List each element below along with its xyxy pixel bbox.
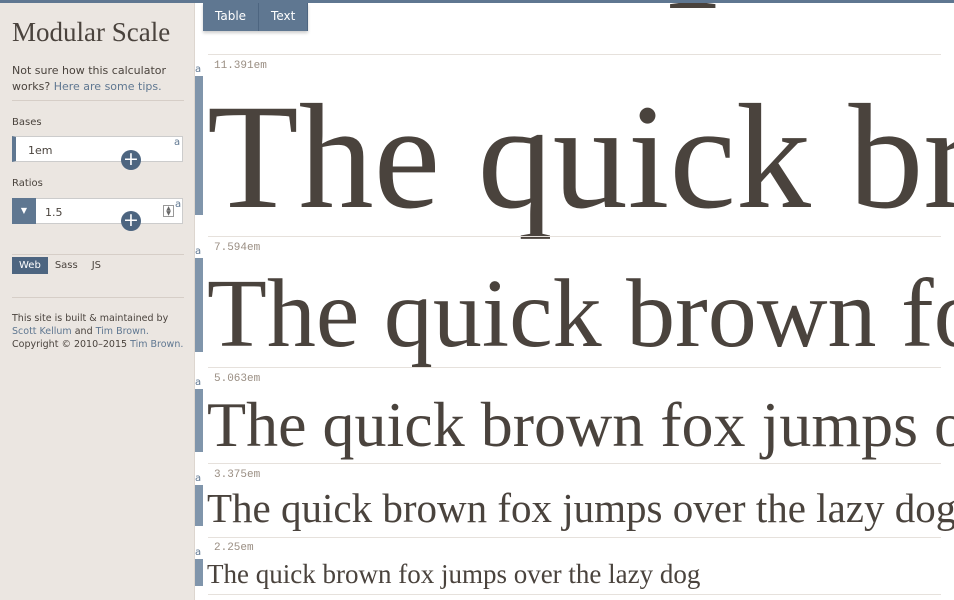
tab-web[interactable]: Web [12,257,48,274]
output-tabs: Web Sass JS [12,257,108,274]
tab-text[interactable]: Text [259,3,309,31]
tab-table[interactable]: Table [203,3,260,31]
sample-text: The quick brown fox jumps over the lazy … [207,485,954,531]
sample-text: The quick brown fox jumps over the lazy … [207,74,954,240]
size-bar [195,559,203,586]
ratios-a-mark: a [175,199,182,210]
view-tabs: Table Text [203,3,309,31]
sample-text-overflow: T [647,3,739,33]
ratios-input[interactable]: 1.5 [12,198,183,224]
main-preview: Table Text T 11.391em a The quick brown … [195,3,954,600]
divider [12,297,184,298]
ratio-stepper-icon[interactable]: ▲ ▼ [163,205,174,217]
tips-link[interactable]: Here are some tips. [54,80,162,93]
bases-input[interactable]: 1em [12,136,183,162]
size-label: 7.594em [214,242,261,254]
a-mark: a [195,473,202,484]
tim-brown-copyright-link[interactable]: Tim Brown. [130,339,183,350]
tab-js[interactable]: JS [85,257,108,274]
divider [208,537,941,538]
divider [208,463,941,464]
copyright: Copyright © 2010–2015 [12,339,128,350]
sample-text: The quick brown fox jumps over the lazy … [207,559,701,589]
add-ratio-icon[interactable]: + [121,211,141,231]
size-bar [195,389,203,452]
divider [12,254,184,255]
a-mark: a [195,377,202,388]
ratio-dropdown-chevron-down-icon[interactable]: ▼ [12,198,36,224]
sample-text: The quick brown fox jumps over the lazy … [207,389,954,460]
a-mark: a [195,64,202,75]
add-base-icon[interactable]: + [121,150,141,170]
footer-and: and [74,326,93,337]
a-mark: a [195,246,202,257]
sidebar: Modular Scale Not sure how this calculat… [0,3,195,600]
tim-brown-link[interactable]: Tim Brown. [96,326,149,337]
site-title: Modular Scale [12,17,171,47]
a-mark: a [195,547,202,558]
size-label: 5.063em [214,373,261,385]
size-label: 11.391em [214,60,267,72]
size-label: 3.375em [214,469,261,481]
divider [12,100,184,101]
bases-a-mark: a [174,137,181,148]
size-bar [195,258,203,352]
sample-text: The quick brown fox jumps over the lazy … [207,260,954,368]
size-bar [195,485,203,526]
intro-text: Not sure how this calculator works? Here… [12,63,184,95]
footer: This site is built & maintained by Scott… [12,312,192,351]
size-bar [195,76,203,215]
divider [208,594,941,595]
footer-text: This site is built & maintained by [12,313,169,324]
divider [208,54,941,55]
tab-sass[interactable]: Sass [48,257,85,274]
bases-label: Bases [12,117,42,128]
scott-kellum-link[interactable]: Scott Kellum [12,326,72,337]
size-label: 2.25em [214,542,254,554]
divider [208,367,941,368]
ratios-label: Ratios [12,178,43,189]
divider [208,236,941,237]
